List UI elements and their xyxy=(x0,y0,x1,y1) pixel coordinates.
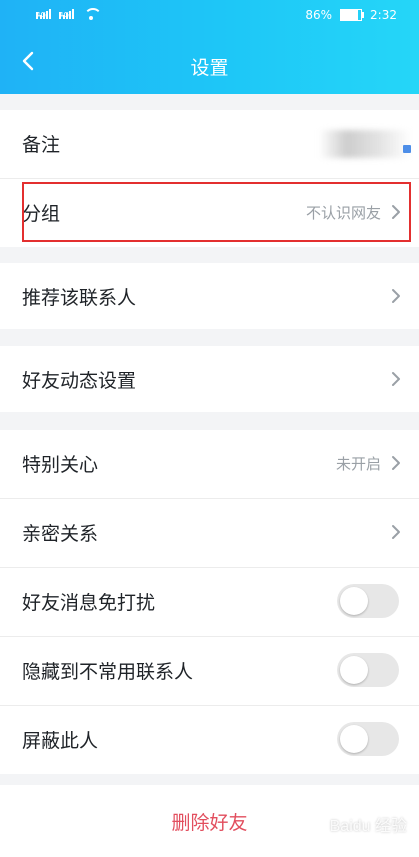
signal-icon-secondary: 4G xyxy=(59,9,74,19)
toggle-knob xyxy=(340,656,368,684)
blurred-remark-value xyxy=(319,130,411,158)
friend-dynamic-label: 好友动态设置 xyxy=(22,370,137,392)
hide-label: 隐藏到不常用联系人 xyxy=(22,661,194,683)
friend-dynamic-row[interactable]: 好友动态设置 xyxy=(0,346,419,412)
block-row: 屏蔽此人 xyxy=(0,706,419,774)
status-right: 86% 2:32 xyxy=(305,8,397,22)
status-bar: 4G 4G 86% 2:32 xyxy=(0,8,419,26)
remark-row[interactable]: 备注 xyxy=(0,110,419,179)
time: 2:32 xyxy=(370,8,397,22)
chevron-right-icon xyxy=(389,522,403,542)
block-label: 屏蔽此人 xyxy=(22,730,99,752)
special-care-row[interactable]: 特别关心 未开启 xyxy=(0,430,419,499)
chevron-right-icon xyxy=(389,369,403,389)
recommend-row[interactable]: 推荐该联系人 xyxy=(0,263,419,329)
wifi-icon xyxy=(82,8,102,20)
mute-row: 好友消息免打扰 xyxy=(0,568,419,637)
mute-toggle[interactable] xyxy=(337,584,399,618)
signal-icon: 4G xyxy=(36,9,51,19)
recommend-section: 推荐该联系人 xyxy=(0,263,419,329)
special-care-value: 未开启 xyxy=(335,455,381,473)
toggle-knob xyxy=(340,725,368,753)
signal-network-text-secondary: 4G xyxy=(59,12,69,19)
edge-marker xyxy=(403,145,411,153)
toggle-knob xyxy=(340,587,368,615)
block-toggle[interactable] xyxy=(337,722,399,756)
intimate-label: 亲密关系 xyxy=(22,523,99,545)
intimate-relationship-row[interactable]: 亲密关系 xyxy=(0,499,419,568)
mute-label: 好友消息免打扰 xyxy=(22,592,156,614)
dynamic-section: 好友动态设置 xyxy=(0,346,419,412)
special-care-label: 特别关心 xyxy=(22,454,99,476)
hide-toggle[interactable] xyxy=(337,653,399,687)
battery-fill xyxy=(341,10,359,20)
hide-contact-row: 隐藏到不常用联系人 xyxy=(0,637,419,706)
baidu-watermark: Baidu 经验 xyxy=(329,818,407,835)
remark-label: 备注 xyxy=(22,134,61,156)
battery-icon xyxy=(340,9,365,21)
highlight-box-group xyxy=(22,182,411,242)
privacy-section: 特别关心 未开启 亲密关系 好友消息免打扰 隐藏到不常用联系人 屏蔽此人 xyxy=(0,430,419,774)
page-title: 设置 xyxy=(190,57,229,79)
app-header: 4G 4G 86% 2:32 设置 xyxy=(0,0,419,94)
status-left: 4G 4G xyxy=(36,8,102,20)
recommend-label: 推荐该联系人 xyxy=(22,287,137,309)
signal-network-text: 4G xyxy=(36,12,46,19)
battery-percent: 86% xyxy=(305,8,333,22)
chevron-right-icon xyxy=(389,286,403,306)
chevron-right-icon xyxy=(389,453,403,473)
